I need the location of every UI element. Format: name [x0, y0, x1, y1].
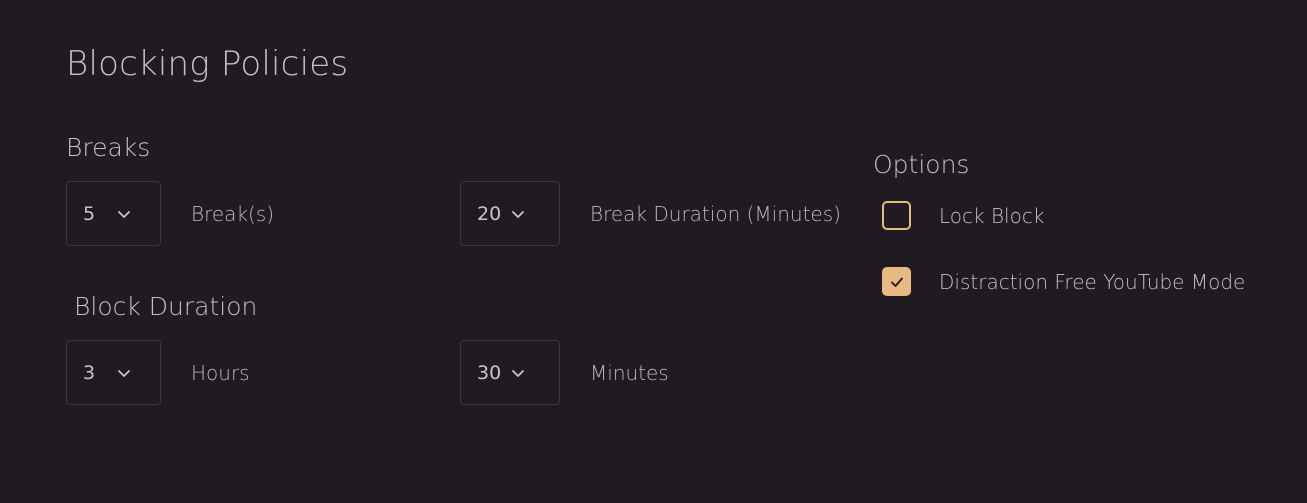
block-minutes-value: 30 [477, 361, 502, 384]
page-title: Blocking Policies [66, 44, 349, 84]
break-duration-label: Break Duration (Minutes) [590, 202, 841, 226]
chevron-down-icon [511, 207, 525, 221]
break-duration-select[interactable]: 20 [460, 181, 560, 246]
block-hours-value: 3 [83, 361, 96, 384]
break-duration-value: 20 [477, 202, 502, 225]
chevron-down-icon [117, 366, 131, 380]
block-minutes-select[interactable]: 30 [460, 340, 560, 405]
chevron-down-icon [511, 366, 525, 380]
checkmark-icon [889, 274, 905, 290]
block-hours-select[interactable]: 3 [66, 340, 161, 405]
chevron-down-icon [117, 207, 131, 221]
block-hours-label: Hours [191, 361, 250, 385]
breaks-count-select[interactable]: 5 [66, 181, 161, 246]
breaks-section-title: Breaks [66, 133, 151, 162]
block-duration-section-title: Block Duration [74, 292, 258, 321]
distraction-free-youtube-label: Distraction Free YouTube Mode [939, 270, 1246, 294]
block-minutes-label: Minutes [590, 361, 669, 385]
options-section-title: Options [873, 150, 970, 179]
lock-block-checkbox[interactable] [882, 201, 911, 230]
distraction-free-youtube-checkbox[interactable] [882, 267, 911, 296]
breaks-count-value: 5 [83, 202, 96, 225]
breaks-count-label: Break(s) [191, 202, 275, 226]
lock-block-label: Lock Block [939, 204, 1045, 228]
